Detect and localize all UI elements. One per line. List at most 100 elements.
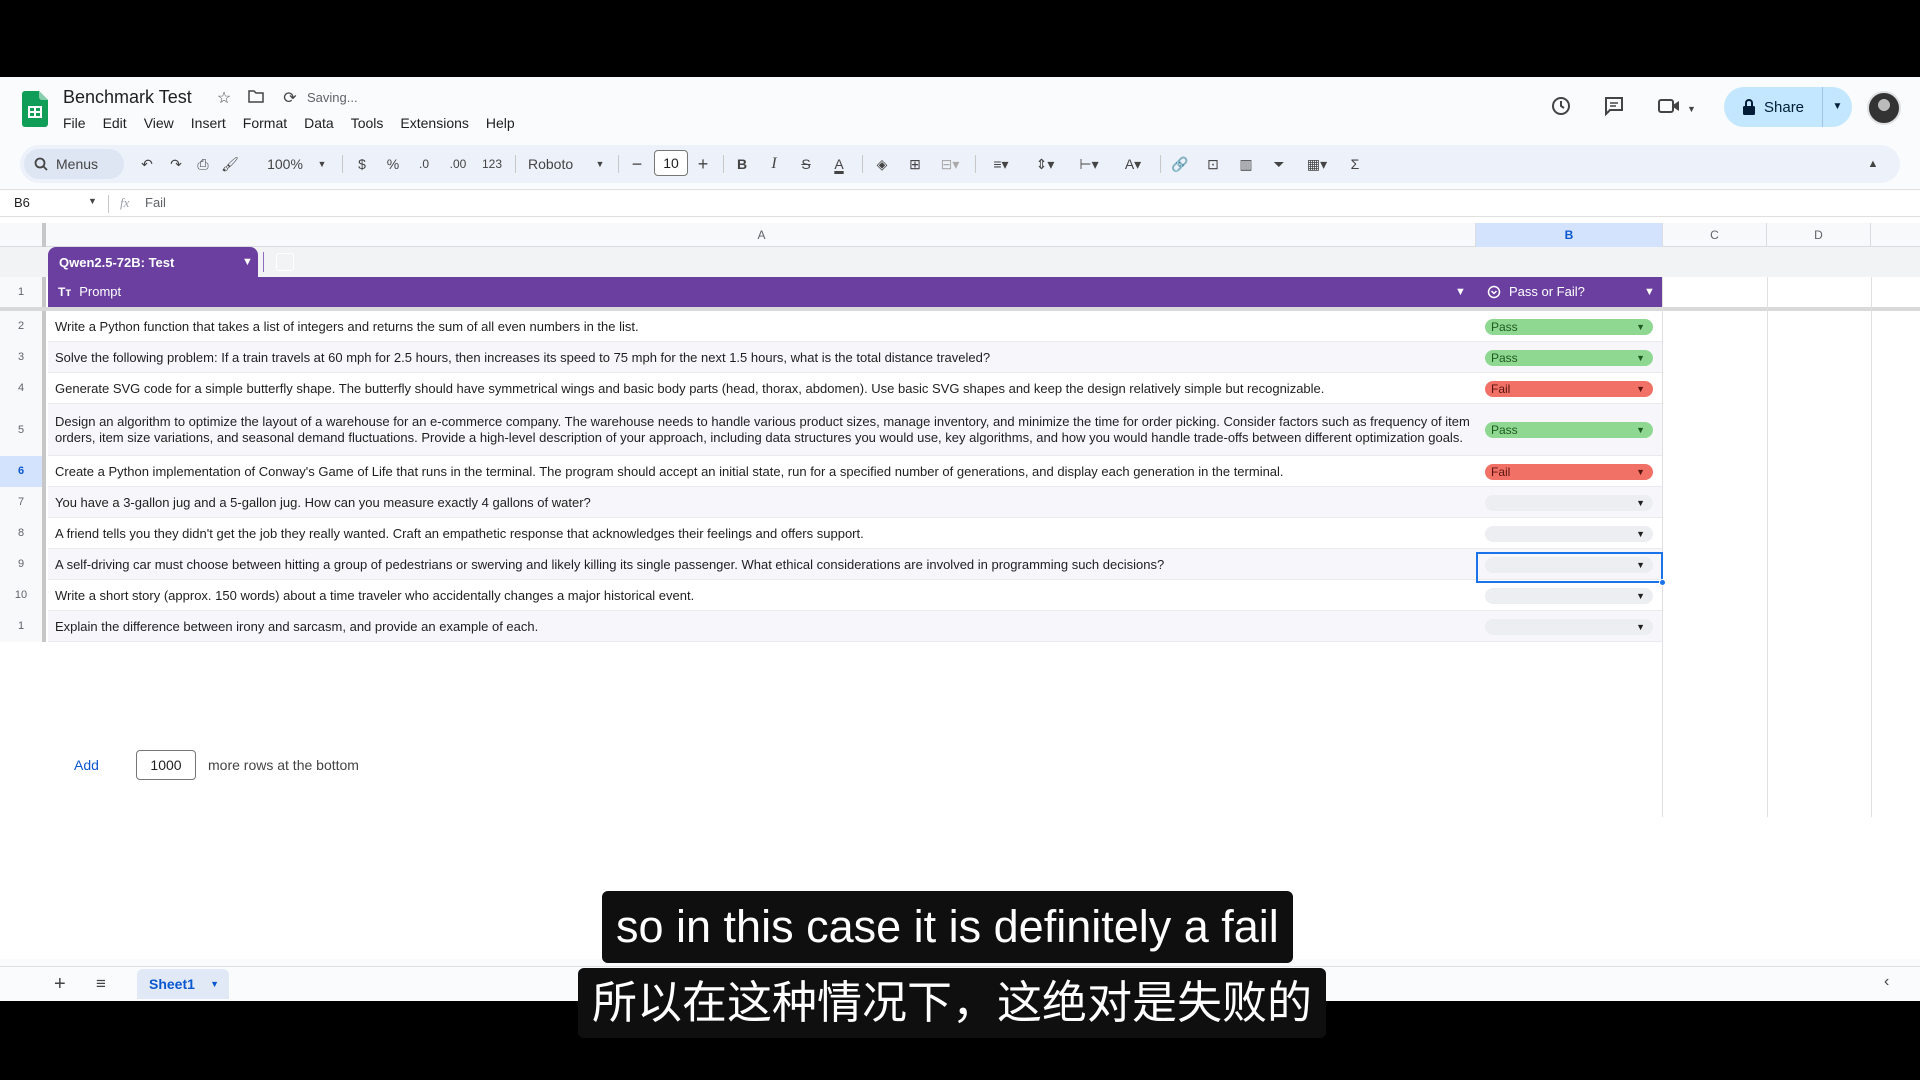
row-number[interactable]: 1 <box>0 277 46 307</box>
result-cell[interactable]: ▼ <box>1477 580 1662 611</box>
all-sheets-icon[interactable]: ≡ <box>96 974 106 994</box>
undo-icon[interactable]: ↶ <box>136 149 158 179</box>
menu-tools[interactable]: Tools <box>351 115 392 131</box>
row-number[interactable]: 8 <box>0 518 46 549</box>
share-button[interactable]: Share ▼ <box>1724 87 1852 127</box>
menu-view[interactable]: View <box>144 115 182 131</box>
menus-search-button[interactable]: Menus <box>24 149 124 179</box>
result-cell[interactable]: ▼ <box>1477 549 1662 580</box>
menu-help[interactable]: Help <box>486 115 523 131</box>
font-size-input[interactable]: 10 <box>654 150 688 176</box>
result-column-header[interactable]: Pass or Fail? <box>1487 284 1585 299</box>
menu-extensions[interactable]: Extensions <box>400 115 476 131</box>
share-options-chevron-icon[interactable]: ▼ <box>1822 87 1852 127</box>
chevron-down-icon[interactable]: ▼ <box>1636 588 1645 604</box>
result-dropdown-chip[interactable]: ▼ <box>1485 526 1653 542</box>
result-dropdown-chip[interactable]: ▼ <box>1485 588 1653 604</box>
bold-icon[interactable]: B <box>732 149 752 179</box>
comments-icon[interactable] <box>1600 95 1628 123</box>
table-menu-icon[interactable] <box>276 253 294 271</box>
chevron-down-icon[interactable]: ▼ <box>242 256 253 268</box>
borders-icon[interactable]: ⊞ <box>904 149 926 179</box>
result-dropdown-chip[interactable]: ▼ <box>1485 557 1653 573</box>
prompt-cell[interactable]: Explain the difference between irony and… <box>55 611 1475 642</box>
row-number[interactable]: 2 <box>0 311 46 342</box>
text-color-icon[interactable]: A <box>828 149 850 179</box>
font-select[interactable]: Roboto <box>528 149 588 179</box>
vertical-align-icon[interactable]: ⇕▾ <box>1028 149 1062 179</box>
currency-format-button[interactable]: $ <box>353 149 371 179</box>
print-icon[interactable]: ⎙ <box>192 149 214 179</box>
select-all-corner[interactable] <box>0 223 46 247</box>
chevron-down-icon[interactable]: ▼ <box>594 149 606 179</box>
chevron-down-icon[interactable]: ▼ <box>1455 286 1466 298</box>
avatar[interactable] <box>1867 91 1901 125</box>
add-rows-button[interactable]: Add <box>74 757 124 773</box>
column-header-c[interactable]: C <box>1663 223 1767 247</box>
meet-icon[interactable]: ▼ <box>1652 95 1702 123</box>
menu-format[interactable]: Format <box>243 115 295 131</box>
chevron-down-icon[interactable]: ▼ <box>1636 495 1645 511</box>
result-dropdown-chip[interactable]: Pass ▼ <box>1485 319 1653 335</box>
chevron-down-icon[interactable]: ▼ <box>1636 464 1645 480</box>
prompt-cell[interactable]: Solve the following problem: If a train … <box>55 342 1475 373</box>
menu-edit[interactable]: Edit <box>103 115 135 131</box>
redo-icon[interactable]: ↷ <box>165 149 187 179</box>
chevron-down-icon[interactable]: ▼ <box>88 196 97 206</box>
result-dropdown-chip[interactable]: Fail ▼ <box>1485 464 1653 480</box>
name-box[interactable]: B6 <box>14 195 30 210</box>
zoom-select[interactable]: 100% <box>265 149 305 179</box>
result-cell[interactable]: ▼ <box>1477 487 1662 518</box>
menu-file[interactable]: File <box>63 115 94 131</box>
insert-link-icon[interactable]: 🔗 <box>1169 149 1191 179</box>
result-dropdown-chip[interactable]: ▼ <box>1485 619 1653 635</box>
result-cell[interactable]: Fail ▼ <box>1477 373 1662 404</box>
add-sheet-icon[interactable]: + <box>54 973 66 996</box>
chevron-down-icon[interactable]: ▼ <box>210 969 219 999</box>
menu-insert[interactable]: Insert <box>191 115 234 131</box>
row-number[interactable]: 4 <box>0 373 46 404</box>
result-dropdown-chip[interactable]: Fail ▼ <box>1485 381 1653 397</box>
italic-icon[interactable]: I <box>764 149 784 179</box>
decrease-decimal-button[interactable]: .0 <box>413 149 435 179</box>
increase-decimal-button[interactable]: .00 <box>445 149 471 179</box>
prompt-cell[interactable]: Design an algorithm to optimize the layo… <box>55 404 1475 456</box>
result-dropdown-chip[interactable]: ▼ <box>1485 495 1653 511</box>
number-format-button[interactable]: 123 <box>480 149 504 179</box>
text-wrapping-icon[interactable]: ⊢▾ <box>1072 149 1106 179</box>
chevron-down-icon[interactable]: ▼ <box>1636 319 1645 335</box>
horizontal-align-icon[interactable]: ≡▾ <box>984 149 1018 179</box>
prompt-cell[interactable]: A friend tells you they didn't get the j… <box>55 518 1475 549</box>
prompt-cell[interactable]: A self-driving car must choose between h… <box>55 549 1475 580</box>
move-folder-icon[interactable] <box>246 89 266 109</box>
chevron-down-icon[interactable]: ▼ <box>1636 350 1645 366</box>
prompt-cell[interactable]: Write a short story (approx. 150 words) … <box>55 580 1475 611</box>
row-number[interactable]: 3 <box>0 342 46 373</box>
table-name-tab[interactable]: Qwen2.5-72B: Test ▼ <box>48 247 294 277</box>
row-number[interactable]: 10 <box>0 580 46 611</box>
result-cell[interactable]: Pass ▼ <box>1477 342 1662 373</box>
chevron-down-icon[interactable]: ▼ <box>1636 557 1645 573</box>
strikethrough-icon[interactable]: S <box>796 149 816 179</box>
merge-cells-icon[interactable]: ⊟▾ <box>935 149 965 179</box>
result-cell[interactable]: Pass ▼ <box>1477 404 1662 456</box>
rows-count-input[interactable]: 1000 <box>136 750 196 780</box>
column-header-d[interactable]: D <box>1767 223 1871 247</box>
star-icon[interactable]: ☆ <box>214 89 234 109</box>
chevron-down-icon[interactable]: ▼ <box>1644 286 1655 298</box>
column-header-a[interactable]: A <box>48 223 1476 247</box>
prompt-column-header[interactable]: Tт Prompt <box>58 284 121 299</box>
row-number[interactable]: 6 <box>0 456 46 487</box>
table-views-icon[interactable]: ▦▾ <box>1300 149 1334 179</box>
decrease-font-size-icon[interactable]: − <box>627 149 647 179</box>
fill-color-icon[interactable]: ◈ <box>871 149 893 179</box>
column-header-b[interactable]: B <box>1476 223 1663 247</box>
functions-icon[interactable]: Σ <box>1344 149 1366 179</box>
document-title[interactable]: Benchmark Test <box>63 87 192 108</box>
prompt-cell[interactable]: Create a Python implementation of Conway… <box>55 456 1475 487</box>
result-cell[interactable]: ▼ <box>1477 518 1662 549</box>
row-number[interactable]: 9 <box>0 549 46 580</box>
paint-format-icon[interactable]: 🖌 <box>219 149 241 179</box>
insert-chart-icon[interactable]: ▥ <box>1235 149 1257 179</box>
collapse-toolbar-icon[interactable]: ▲ <box>1862 149 1884 179</box>
